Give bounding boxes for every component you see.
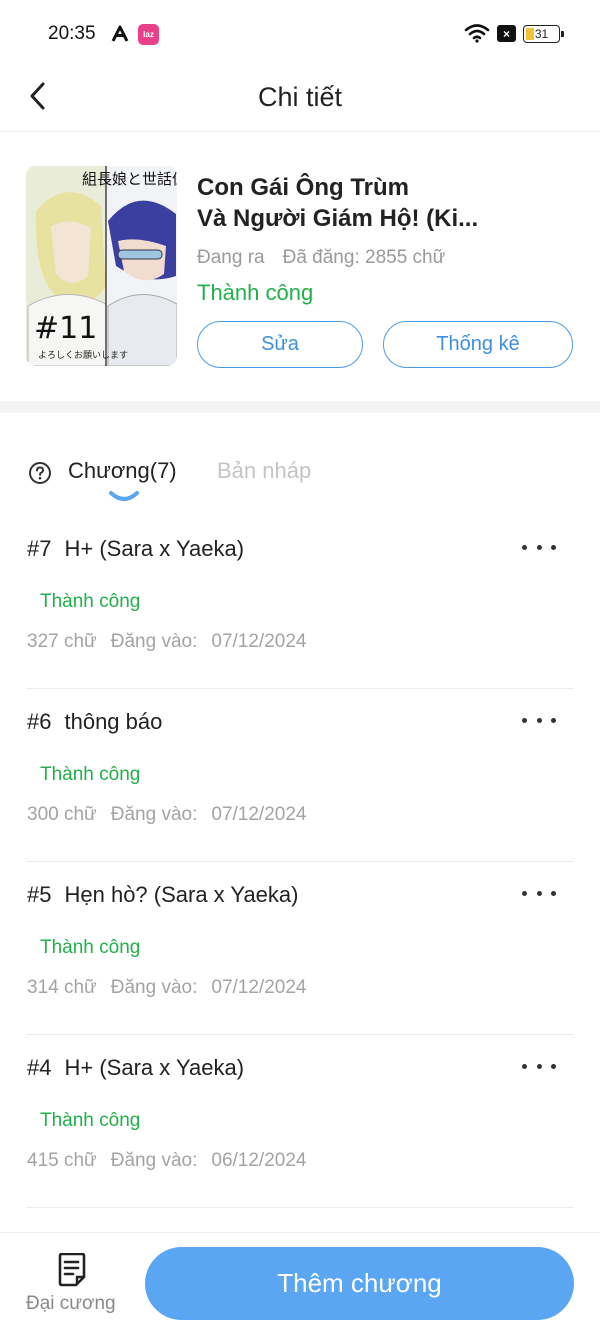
bottom-bar: Đại cương Thêm chương <box>0 1232 600 1333</box>
chapter-item[interactable]: #6 thông báo Thành công 300 chữ Đăng vào: 0… <box>26 689 574 862</box>
chapter-title: #7 H+ (Sara x Yaeka) <box>27 536 245 561</box>
book-status: Thành công <box>197 280 314 305</box>
book-state: Đang ra <box>197 247 265 268</box>
book-cover[interactable]: 組長娘と世話係 #11 よろしくお願いします <box>26 166 177 366</box>
more-options-icon[interactable] <box>522 1057 556 1075</box>
chapter-item[interactable]: #5 Hẹn hò? (Sara x Yaeka) Thành công 314 … <box>26 862 574 1035</box>
add-chapter-button[interactable]: Thêm chương <box>145 1247 574 1320</box>
chapter-title: #4 H+ (Sara x Yaeka) <box>27 1055 245 1080</box>
a-icon <box>110 24 130 49</box>
svg-text:組長娘と世話係: 組長娘と世話係 <box>82 170 177 188</box>
chapter-meta: 415 chữ Đăng vào: 06/12/2024 <box>27 1150 307 1171</box>
outline-label: Đại cương <box>26 1293 116 1314</box>
chapter-item[interactable]: #7 H+ (Sara x Yaeka) Thành công 327 chữ Đă… <box>26 516 574 689</box>
status-bar: 20:35 laz × 31 <box>0 0 600 68</box>
chapter-tabs: Chương(7) Bản nháp <box>26 452 586 512</box>
active-tab-indicator <box>108 490 140 509</box>
more-options-icon[interactable] <box>522 711 556 729</box>
book-title: Con Gái Ông Trùm Và Người Giám Hộ! (Ki..… <box>197 174 479 232</box>
book-meta: Đang ra Đã đăng: 2855 chữ <box>197 247 445 269</box>
page-title: Chi tiết <box>257 82 343 112</box>
chapter-status: Thành công <box>40 591 141 612</box>
outline-button[interactable]: Đại cương <box>22 1249 122 1319</box>
section-divider <box>0 401 600 413</box>
chapter-status: Thành công <box>40 1110 141 1131</box>
chapter-title: #6 thông báo <box>27 709 163 734</box>
chapter-meta: 327 chữ Đăng vào: 07/12/2024 <box>27 631 307 652</box>
header: Chi tiết <box>0 68 600 132</box>
tab-chapters[interactable]: Chương(7) <box>68 458 177 484</box>
help-icon[interactable] <box>28 461 52 490</box>
more-options-icon[interactable] <box>522 884 556 902</box>
book-word-count: Đã đăng: 2855 chữ <box>282 247 446 268</box>
chapter-status: Thành công <box>40 764 141 785</box>
more-options-icon[interactable] <box>522 538 556 556</box>
edit-button[interactable]: Sửa <box>197 321 363 368</box>
chapter-status: Thành công <box>40 937 141 958</box>
lazada-icon: laz <box>138 24 159 45</box>
chapter-meta: 314 chữ Đăng vào: 07/12/2024 <box>27 977 307 998</box>
book-card: 組長娘と世話係 #11 よろしくお願いします Con Gái Ông Trùm … <box>26 166 586 371</box>
battery-level: 31 <box>534 27 549 41</box>
chapter-title: #5 Hẹn hò? (Sara x Yaeka) <box>27 882 299 907</box>
tab-drafts[interactable]: Bản nháp <box>217 458 311 484</box>
status-time: 20:35 <box>48 23 96 44</box>
no-sim-icon: × <box>497 25 516 42</box>
cover-number: #11 <box>34 311 97 346</box>
wifi-icon <box>464 23 490 48</box>
chapter-meta: 300 chữ Đăng vào: 07/12/2024 <box>27 804 307 825</box>
stats-button[interactable]: Thống kê <box>383 321 573 368</box>
chapter-item[interactable]: #4 H+ (Sara x Yaeka) Thành công 415 chữ Đă… <box>26 1035 574 1208</box>
document-icon <box>56 1252 88 1292</box>
svg-text:よろしくお願いします: よろしくお願いします <box>38 350 128 361</box>
battery-icon: 31 <box>523 25 564 43</box>
